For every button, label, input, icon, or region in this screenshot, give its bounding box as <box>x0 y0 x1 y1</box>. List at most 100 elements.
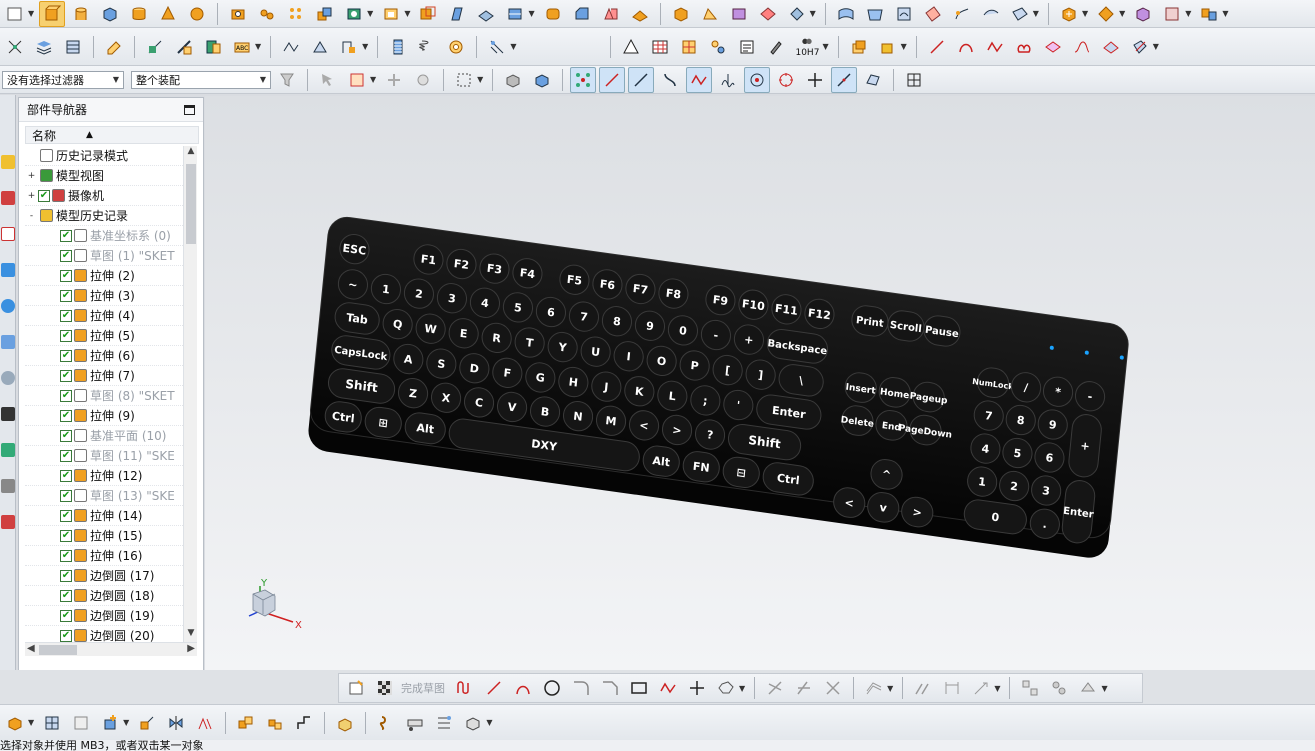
mirror-icon[interactable] <box>598 1 624 27</box>
constraint-icon[interactable] <box>1130 1 1156 27</box>
blend-icon[interactable] <box>540 1 566 27</box>
quick-extend-icon[interactable] <box>791 675 817 701</box>
point-cloud-icon[interactable] <box>755 1 781 27</box>
snap-endpoint-icon[interactable] <box>570 66 597 93</box>
expand-toggle-icon[interactable]: + <box>27 191 36 201</box>
mesh-icon[interactable] <box>920 1 946 27</box>
assembly-icon[interactable] <box>39 710 65 736</box>
cylinder-icon[interactable] <box>126 1 152 27</box>
snap-point-icon[interactable] <box>410 67 436 93</box>
hole-icon[interactable] <box>225 1 251 27</box>
component-icon[interactable] <box>1093 1 1119 27</box>
system-materials-icon[interactable] <box>1 407 15 421</box>
chamfer-icon[interactable] <box>569 1 595 27</box>
draft-icon[interactable] <box>444 1 470 27</box>
dropdown-arrow-icon[interactable]: ▼ <box>1119 9 1125 18</box>
roles-icon[interactable] <box>1 443 15 457</box>
process-studio-icon[interactable] <box>1 371 15 385</box>
dropdown-arrow-icon[interactable]: ▼ <box>510 42 516 51</box>
model-icon[interactable] <box>2 710 28 736</box>
feature-checkbox[interactable]: ✔ <box>60 269 72 282</box>
rect-select-icon[interactable] <box>451 67 477 93</box>
finish-sketch-label[interactable]: 完成草图 <box>401 680 445 696</box>
wrap-icon[interactable] <box>726 1 752 27</box>
layer-settings-icon[interactable] <box>60 34 86 60</box>
clearance-icon[interactable] <box>402 710 428 736</box>
sketch-chamfer-icon[interactable] <box>597 675 623 701</box>
snap-on-line-icon[interactable] <box>831 66 858 93</box>
palette-icon[interactable] <box>1 515 15 529</box>
sweep-along-icon[interactable] <box>307 34 333 60</box>
sketch-arc-icon[interactable] <box>510 675 536 701</box>
spring-icon[interactable] <box>414 34 440 60</box>
grid-toggle-icon[interactable] <box>901 67 927 93</box>
move-face-icon[interactable] <box>142 34 168 60</box>
tree-item[interactable]: ✔ 草图 (11) "SKE <box>25 446 183 466</box>
extrude-tool-icon[interactable] <box>39 0 66 27</box>
tree-item[interactable]: ✔ 拉伸 (3) <box>25 286 183 306</box>
project-icon[interactable] <box>336 34 362 60</box>
tree-item[interactable]: ✔ 拉伸 (4) <box>25 306 183 326</box>
feature-checkbox[interactable]: ✔ <box>60 369 72 382</box>
move-component-icon[interactable] <box>134 710 160 736</box>
hole-callout-icon[interactable]: 10H7 <box>792 34 822 60</box>
scroll-thumb[interactable] <box>186 164 196 244</box>
selection-filter-select[interactable]: 没有选择过滤器 ▼ <box>2 70 124 89</box>
tree-item[interactable]: ✔ 边倒圆 (20) <box>25 626 183 642</box>
exploded-views-icon[interactable] <box>332 710 358 736</box>
sketch-polygon-icon[interactable] <box>713 675 739 701</box>
dropdown-arrow-icon[interactable]: ▼ <box>1082 9 1088 18</box>
weld-icon[interactable] <box>875 34 901 60</box>
scroll-down-icon[interactable]: ▼ <box>184 628 198 642</box>
revolve-icon[interactable] <box>68 1 94 27</box>
tree-item[interactable]: ✔ 基准平面 (10) <box>25 426 183 446</box>
spline-icon[interactable] <box>982 34 1008 60</box>
finish-sketch-flag-icon[interactable] <box>372 675 398 701</box>
rapid-dimension-icon[interactable] <box>939 675 965 701</box>
mirror-assembly-icon[interactable] <box>163 710 189 736</box>
dropdown-arrow-icon[interactable]: ▼ <box>1185 9 1191 18</box>
surface-icon[interactable] <box>833 1 859 27</box>
feature-checkbox[interactable]: ✔ <box>60 489 72 502</box>
tree-item[interactable]: ✔ 边倒圆 (19) <box>25 606 183 626</box>
graphics-window[interactable]: ESC F1 F2 F3 F4 F5 F6 F7 F8 F9 F10 F11 F12 Print Scrol… <box>205 96 1315 670</box>
table-icon[interactable] <box>647 34 673 60</box>
scroll-left-icon[interactable]: ◀ <box>27 643 35 654</box>
snap-control-icon[interactable] <box>628 66 655 93</box>
snap-tangent-icon[interactable] <box>686 66 713 93</box>
view-orient-icon[interactable] <box>529 67 555 93</box>
replace-face-icon[interactable] <box>200 34 226 60</box>
feature-checkbox[interactable]: ✔ <box>60 469 72 482</box>
sew-icon[interactable] <box>784 1 810 27</box>
system-scenes-icon[interactable] <box>1 479 15 493</box>
dropdown-arrow-icon[interactable]: ▼ <box>370 75 376 84</box>
column-header-name[interactable]: 名称 ▲ <box>25 126 199 144</box>
view-shaded-icon[interactable] <box>500 67 526 93</box>
tree-item[interactable]: ✔ 边倒圆 (18) <box>25 586 183 606</box>
arrangement-icon[interactable] <box>233 710 259 736</box>
feature-checkbox[interactable]: ✔ <box>60 509 72 522</box>
cone-icon[interactable] <box>155 1 181 27</box>
make-corner-icon[interactable] <box>820 675 846 701</box>
intersection-curve-icon[interactable] <box>1127 34 1153 60</box>
history-icon[interactable] <box>1 335 15 349</box>
expand-toggle-icon[interactable]: + <box>27 171 36 181</box>
snap-point-on-curve-icon[interactable] <box>802 67 828 93</box>
maximize-icon[interactable] <box>184 104 195 115</box>
tree-item[interactable]: ✔ 拉伸 (6) <box>25 346 183 366</box>
snap-center-icon[interactable] <box>744 66 771 93</box>
clone-icon[interactable] <box>705 34 731 60</box>
keyboard-model[interactable]: ESCF1 F2 F3 F4 F5 F6 F7 F8 F9 F10 F11 F12 Print Scrol… <box>205 96 1315 670</box>
tree-item[interactable]: ✔ 拉伸 (14) <box>25 506 183 526</box>
feature-checkbox[interactable]: ✔ <box>60 589 72 602</box>
helix-icon[interactable] <box>1011 34 1037 60</box>
snap-quadrant-icon[interactable] <box>773 67 799 93</box>
tree-item[interactable]: + 模型视图 <box>25 166 183 186</box>
navigator-horizontal-scrollbar[interactable]: ◀ ▶ <box>25 642 197 656</box>
sketch-icon[interactable] <box>343 675 369 701</box>
tree-item[interactable]: ✔ 草图 (8) "SKET <box>25 386 183 406</box>
box-icon[interactable] <box>668 1 694 27</box>
tree-item[interactable]: ✔ 拉伸 (16) <box>25 546 183 566</box>
geometric-constraints-icon[interactable] <box>910 675 936 701</box>
offset-curve-icon[interactable] <box>1040 34 1066 60</box>
